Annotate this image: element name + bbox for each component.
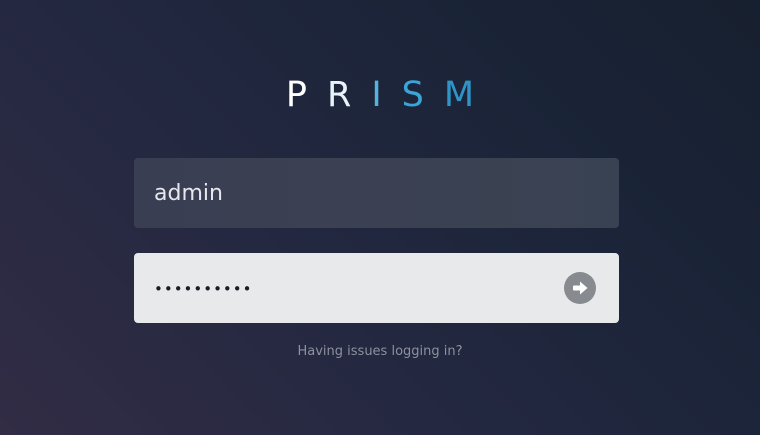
login-screen: { "brand": { "letters": [ {"char": "P", …: [0, 0, 760, 435]
prism-logo: PRISM: [0, 73, 760, 117]
password-field[interactable]: ••••••••••: [134, 253, 619, 323]
username-field-container: [134, 158, 619, 228]
password-masked-value: ••••••••••: [154, 280, 253, 298]
logo-letter-r: R: [327, 75, 352, 115]
submit-login-button[interactable]: [564, 272, 596, 304]
arrow-right-icon: [573, 281, 588, 295]
logo-letter-p: P: [285, 75, 308, 115]
logo-letter-m: M: [443, 75, 475, 115]
login-help-link[interactable]: Having issues logging in?: [0, 344, 760, 359]
logo-letter-s: S: [401, 75, 424, 115]
logo-letter-i: I: [371, 75, 382, 115]
username-input[interactable]: [134, 158, 619, 228]
